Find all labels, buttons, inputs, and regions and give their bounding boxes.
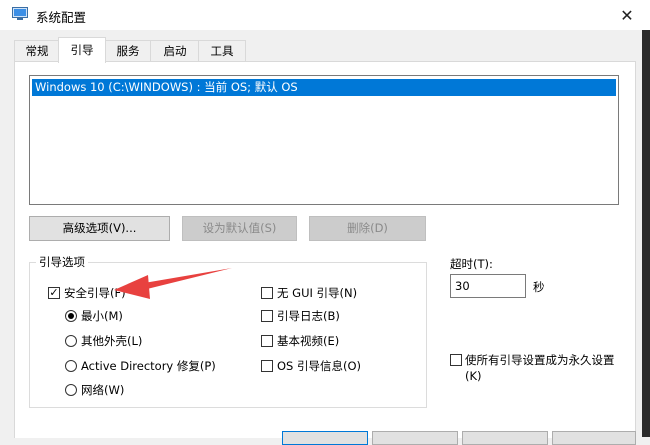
apply-button[interactable] <box>462 431 548 445</box>
cancel-button[interactable] <box>372 431 458 445</box>
help-button[interactable] <box>552 431 636 445</box>
tab-boot[interactable]: 引导 <box>58 37 106 63</box>
ok-button[interactable] <box>282 431 368 445</box>
annotation-arrow <box>114 268 232 299</box>
